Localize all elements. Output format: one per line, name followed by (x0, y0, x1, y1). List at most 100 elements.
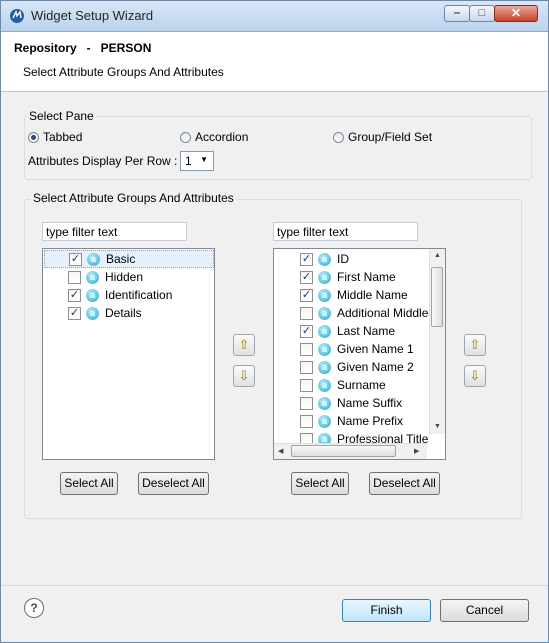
attribute-group-icon: a (87, 252, 100, 266)
checkbox[interactable]: ✓ (300, 288, 313, 302)
close-icon: ✕ (510, 6, 522, 20)
group-item-label: Details (105, 306, 142, 320)
vertical-scrollbar[interactable]: ▲ ▼ (429, 249, 445, 434)
vertical-scroll-thumb[interactable] (431, 267, 443, 327)
group-item-hidden[interactable]: a Hidden (43, 268, 143, 286)
scroll-up-icon[interactable]: ▲ (434, 252, 441, 259)
attribute-item[interactable]: a Additional Middle (274, 304, 428, 322)
arrow-up-icon: ⇧ (469, 337, 481, 352)
close-button[interactable]: ✕ (494, 5, 538, 22)
groups-tree: ✓ a Basic a Hidden ✓ a Identification ✓ … (42, 248, 215, 460)
attribute-groups-legend: Select Attribute Groups And Attributes (31, 191, 236, 205)
checkbox[interactable] (300, 414, 313, 428)
attribute-icon: a (318, 342, 331, 356)
attribute-item[interactable]: a Surname (274, 376, 386, 394)
attribute-label: Additional Middle (337, 306, 429, 320)
attribute-item[interactable]: ✓ a ID (274, 250, 349, 268)
checkbox[interactable] (300, 306, 313, 320)
attributes-move-up-button[interactable]: ⇧ (464, 334, 486, 356)
attributes-deselect-all-button[interactable]: Deselect All (369, 472, 440, 495)
attribute-item[interactable]: ✓ a First Name (274, 268, 396, 286)
window-title: Widget Setup Wizard (31, 8, 154, 23)
group-item-label: Identification (105, 288, 173, 302)
attributes-move-down-button[interactable]: ⇩ (464, 365, 486, 387)
group-item-label: Basic (106, 252, 136, 266)
radio-accordion-label: Accordion (195, 130, 249, 144)
attribute-icon: a (318, 396, 331, 410)
help-icon[interactable]: ? (24, 598, 44, 618)
radio-tabbed-label: Tabbed (43, 130, 83, 144)
radio-accordion-dot[interactable] (180, 131, 191, 143)
checkbox[interactable] (300, 360, 313, 374)
attribute-icon: a (318, 252, 331, 266)
checkbox[interactable] (300, 342, 313, 356)
attribute-icon: a (318, 414, 331, 428)
group-item-basic[interactable]: ✓ a Basic (44, 250, 214, 268)
checkbox[interactable] (300, 378, 313, 392)
attribute-icon: a (318, 360, 331, 374)
group-item-identification[interactable]: ✓ a Identification (43, 286, 172, 304)
group-item-details[interactable]: ✓ a Details (43, 304, 142, 322)
group-item-label: Hidden (105, 270, 144, 284)
attribute-item[interactable]: ✓ a Middle Name (274, 286, 408, 304)
attribute-item[interactable]: a Name Prefix (274, 412, 403, 430)
radio-tabbed[interactable]: Tabbed (28, 130, 82, 144)
attribute-item[interactable]: a Given Name 2 (274, 358, 414, 376)
attribute-label: Middle Name (337, 288, 408, 302)
attribute-label: Surname (337, 378, 386, 392)
radio-group-fieldset-label: Group/Field Set (348, 130, 433, 144)
horizontal-scrollbar[interactable]: ◀ ▶ (274, 443, 427, 459)
attribute-label: Name Suffix (337, 396, 403, 410)
title-bar: Widget Setup Wizard ‒ □ ✕ (1, 1, 548, 32)
maximize-button[interactable]: □ (469, 5, 495, 22)
cancel-button[interactable]: Cancel (440, 599, 529, 622)
app-logo-icon (10, 9, 24, 23)
attributes-viewport: ✓ a ID ✓ a First Name ✓ a Middle Name a Additio… (274, 249, 430, 444)
select-pane-legend: Select Pane (27, 109, 96, 123)
groups-move-up-button[interactable]: ⇧ (233, 334, 255, 356)
radio-accordion[interactable]: Accordion (180, 130, 248, 144)
scroll-left-icon[interactable]: ◀ (278, 447, 283, 455)
minimize-button[interactable]: ‒ (444, 5, 470, 22)
attributes-tree: ✓ a ID ✓ a First Name ✓ a Middle Name a Additio… (273, 248, 446, 460)
wizard-window: Widget Setup Wizard ‒ □ ✕ Repository - P… (0, 0, 549, 643)
groups-move-down-button[interactable]: ⇩ (233, 365, 255, 387)
attribute-item[interactable]: a Name Suffix (274, 394, 402, 412)
attributes-filter-input[interactable]: type filter text (273, 222, 418, 241)
wizard-header: Repository - PERSON Select Attribute Gro… (1, 32, 548, 92)
attribute-icon: a (318, 270, 331, 284)
checkbox[interactable]: ✓ (69, 252, 82, 266)
attribute-label: Given Name 1 (337, 342, 414, 356)
finish-button[interactable]: Finish (342, 599, 431, 622)
attributes-select-all-button[interactable]: Select All (291, 472, 349, 495)
attribute-item[interactable]: a Professional Title (274, 430, 428, 444)
attribute-icon: a (318, 378, 331, 392)
horizontal-scroll-thumb[interactable] (291, 445, 396, 457)
page-description: Select Attribute Groups And Attributes (23, 65, 224, 79)
checkbox[interactable] (68, 270, 81, 284)
groups-deselect-all-button[interactable]: Deselect All (138, 472, 209, 495)
attribute-label: Last Name (337, 324, 396, 338)
checkbox[interactable]: ✓ (300, 270, 313, 284)
scroll-right-icon[interactable]: ▶ (414, 447, 419, 455)
per-row-label: Attributes Display Per Row : (28, 154, 178, 168)
select-pane-group (24, 116, 532, 180)
checkbox[interactable]: ✓ (300, 252, 313, 266)
checkbox[interactable]: ✓ (300, 324, 313, 338)
radio-tabbed-dot[interactable] (28, 131, 39, 143)
checkbox[interactable]: ✓ (68, 306, 81, 320)
maximize-icon: □ (478, 7, 486, 19)
groups-select-all-button[interactable]: Select All (60, 472, 118, 495)
scroll-down-icon[interactable]: ▼ (434, 423, 441, 430)
attribute-label: Given Name 2 (337, 360, 414, 374)
radio-group-fieldset-dot[interactable] (333, 131, 344, 143)
attribute-icon: a (318, 324, 331, 338)
checkbox[interactable]: ✓ (68, 288, 81, 302)
groups-filter-input[interactable]: type filter text (42, 222, 187, 241)
attribute-item[interactable]: a Given Name 1 (274, 340, 414, 358)
radio-group-fieldset[interactable]: Group/Field Set (333, 130, 432, 144)
per-row-select[interactable]: 1 ▼ (180, 151, 214, 171)
checkbox[interactable] (300, 396, 313, 410)
attribute-icon: a (318, 288, 331, 302)
attribute-item[interactable]: ✓ a Last Name (274, 322, 395, 340)
